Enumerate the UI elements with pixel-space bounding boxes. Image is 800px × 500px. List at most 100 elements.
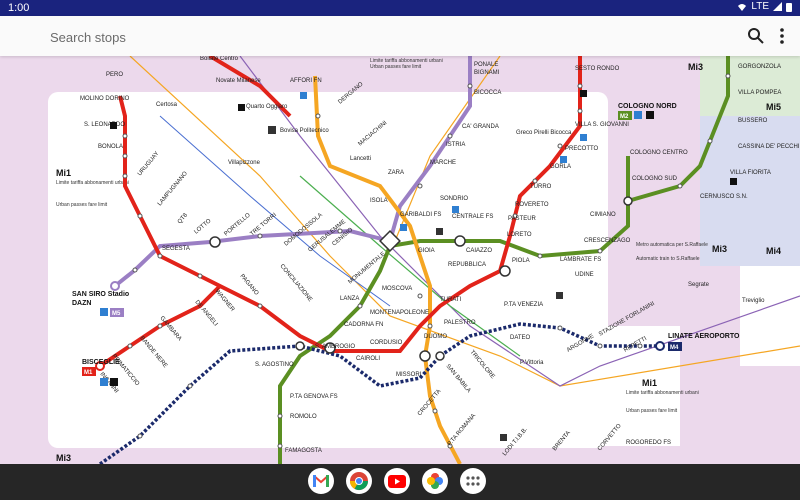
label-sesto: SESTO RONDO (575, 66, 620, 72)
label-villa-pompea: VILLA POMPEA (738, 90, 781, 96)
label-lanza: LANZA (340, 296, 359, 302)
search-icon (748, 28, 764, 44)
station-terminus-linate[interactable] (655, 341, 665, 351)
gmail-app[interactable] (308, 468, 334, 494)
label-loreto: LORETO (507, 232, 532, 238)
label-garibaldi: GARIBALDI FS (400, 212, 441, 218)
fare-note-top-en: Urban passes fare limit (370, 64, 422, 70)
fare-note-right-it: Limite tariffa abbonamenti urbani (626, 390, 699, 396)
status-bar: 1:00 LTE (0, 0, 800, 16)
label-cairoli: CAIROLI (356, 356, 380, 362)
zone-label-mi3-top: Mi3 (688, 62, 703, 72)
label-caiazzo: CAIAZZO (466, 248, 492, 254)
station-hub-lotto[interactable] (209, 236, 221, 248)
fare-note-left-en: Urban passes fare limit (56, 202, 108, 208)
label-genova: P.TA GENOVA FS (290, 394, 338, 400)
label-bovisa: Bovisa Politecnico (280, 128, 329, 134)
label-bussero: BUSSERO (738, 118, 768, 124)
label-lambrate: LAMBRATE FS (560, 257, 601, 263)
label-montenapoleone: MONTENAPOLEONE (370, 310, 429, 316)
label-precotto: PRECOTTO (565, 146, 599, 152)
label-istria: ISTRIA (446, 142, 465, 148)
signal-icon (773, 2, 782, 11)
label-cordusio: CORDUSIO (370, 340, 403, 346)
label-turati: TURATI (440, 297, 462, 303)
station-hub-sant-ambrogio[interactable] (295, 341, 305, 351)
label-quarto-oggiaro: Quarto Oggiaro (246, 104, 288, 110)
label-gorla: GORLA (550, 164, 571, 170)
label-ca-granda: CA' GRANDA (462, 124, 499, 130)
zone-label-mi1-right: Mi1 (642, 378, 657, 388)
label-bonola: BONOLA (98, 144, 123, 150)
label-cassina: CASSINA DE' PECCHI (738, 144, 800, 150)
label-linate: LINATE AEROPORTO (668, 333, 740, 340)
fare-note-right-en: Urban passes fare limit (626, 408, 678, 414)
svg-text:M1: M1 (84, 370, 93, 376)
label-cernusco: CERNUSCO S.N. (700, 194, 748, 200)
label-rovereto: ROVERETO (515, 202, 549, 208)
label-sant-ambrogio: S. AMBROGIO (315, 344, 355, 350)
label-novate: Novate Milanese (216, 78, 261, 84)
label-bollate: Bollate Centro (200, 56, 239, 62)
svg-text:M5: M5 (112, 311, 121, 317)
youtube-icon (388, 474, 406, 488)
station-terminus-san-siro[interactable] (110, 281, 120, 291)
label-treviglio: Treviglio (742, 298, 765, 304)
photos-icon (427, 473, 443, 489)
navigation-bar (0, 464, 800, 500)
label-villa-fiorita: VILLA FIORITA (730, 170, 771, 176)
zone-label-mi3-mid: Mi3 (712, 244, 727, 254)
label-greco: Greco Pirelli Bicocca (516, 130, 572, 136)
badge-m2-cologno: M2 (618, 111, 632, 120)
label-cologno-nord: COLOGNO NORD (618, 103, 677, 110)
label-centrale: CENTRALE FS (452, 214, 493, 220)
svg-text:M4: M4 (670, 345, 679, 351)
label-duomo: DUOMO (424, 334, 447, 340)
photos-app[interactable] (422, 468, 448, 494)
search-button[interactable] (744, 24, 768, 48)
label-famagosta: FAMAGOSTA (285, 448, 322, 454)
label-lancetti: Lancetti (350, 156, 371, 162)
search-bar (0, 16, 800, 56)
station-hub-san-babila[interactable] (435, 351, 445, 361)
label-udine: UDINE (575, 272, 594, 278)
label-turro: TURRO (530, 184, 552, 190)
gmail-icon (313, 475, 329, 487)
label-bignami: BIGNAMI (474, 70, 500, 76)
wifi-icon (738, 3, 747, 11)
badge-m1-bisceglie: M1 (82, 367, 96, 376)
label-sondrio: SONDRIO (440, 196, 468, 202)
label-crescenzago: CRESCENZAGO (584, 238, 631, 244)
zone-label-mi1-left: Mi1 (56, 168, 71, 178)
chrome-app[interactable] (346, 468, 372, 494)
label-dateo: DATEO (510, 335, 531, 341)
label-molino: MOLINO DORINO (80, 96, 130, 102)
metro-map[interactable]: Mi1 Mi1 Mi3 Mi3 Mi3 Mi4 Mi5 Limite tarif… (0, 56, 800, 464)
overflow-menu-button[interactable] (770, 24, 794, 48)
more-vert-icon (780, 28, 784, 44)
label-sant-agostino: S. AGOSTINO (255, 362, 294, 368)
label-vittoria: P.Vittoria (520, 360, 544, 366)
label-s-leonardo: S. LEONARDO (84, 122, 125, 128)
apps-icon (466, 476, 480, 486)
label-segesta: SEGESTA (162, 246, 190, 252)
search-input[interactable] (48, 24, 672, 50)
label-villa-sg: VILLA S. GIOVANNI (575, 122, 629, 128)
station-hub-loreto[interactable] (499, 265, 511, 277)
station-hub-cologno[interactable] (623, 196, 633, 206)
station-hub-centrale[interactable] (454, 235, 466, 247)
label-cadorna: CADORNA FN (344, 322, 383, 328)
network-label: LTE (751, 1, 769, 12)
apps-drawer[interactable] (460, 468, 486, 494)
badge-m4-linate: M4 (668, 342, 682, 351)
label-repubblica: REPUBBLICA (448, 262, 486, 268)
metro-map-svg[interactable]: Mi1 Mi1 Mi3 Mi3 Mi3 Mi4 Mi5 Limite tarif… (0, 56, 800, 464)
label-romolo: ROMOLO (290, 414, 317, 420)
zone-label-mi4: Mi4 (766, 246, 781, 256)
label-ponale: PONALE (474, 62, 498, 68)
youtube-app[interactable] (384, 468, 410, 494)
label-marche: MARCHE (430, 160, 456, 166)
label-villapizzone: Villapizzone (228, 160, 261, 166)
station-hub-duomo[interactable] (419, 350, 431, 362)
label-isola: ISOLA (370, 198, 388, 204)
